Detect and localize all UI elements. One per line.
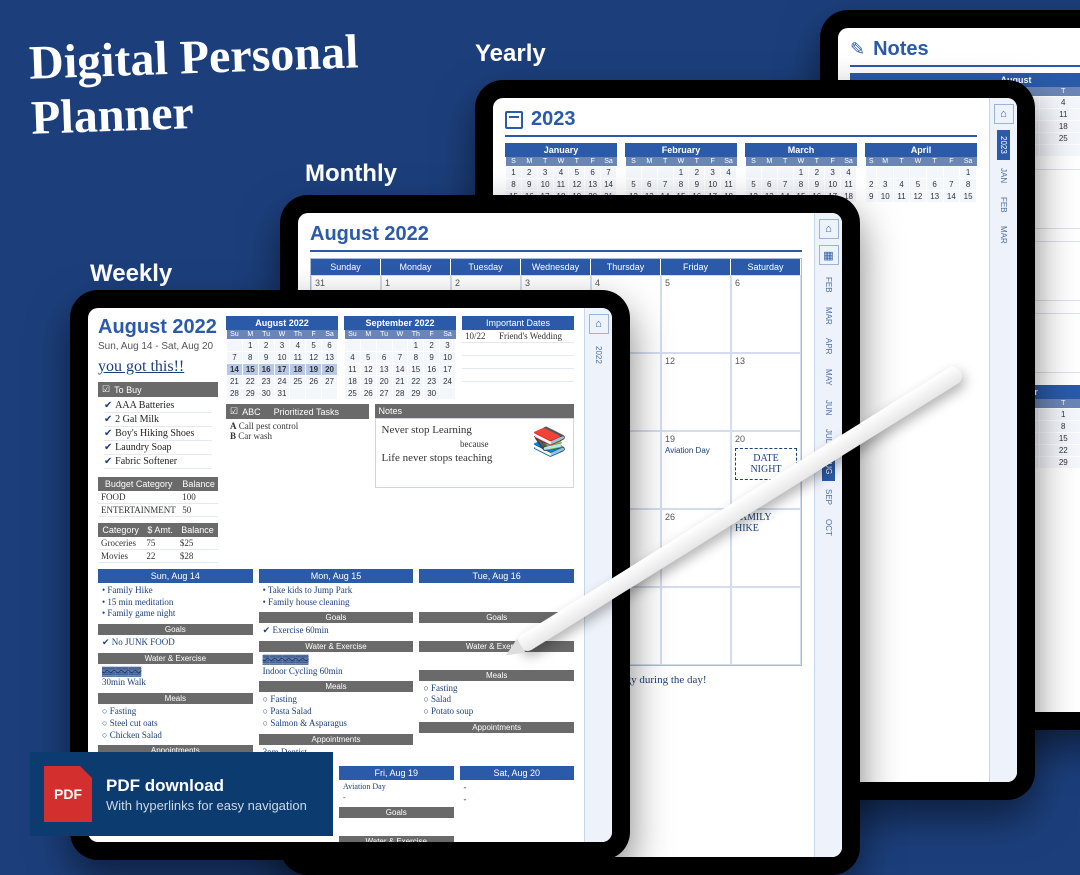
label-weekly: Weekly [90,260,172,288]
to-buy-header: ☑ To Buy [98,382,218,397]
day-cell[interactable] [731,587,801,665]
mini-cal-feb[interactable]: FebruarySMTWTFSa123456789101112131415161… [625,143,737,203]
mini-cal-sep-weekly[interactable]: September 2022 SuMTuWThFSa 123 45678910 … [344,316,456,400]
side-tabs-yearly: ⌂ 2023 JAN FEB MAR [989,98,1017,782]
motivation-note: you got this!! [98,358,218,376]
tab-year-2022[interactable]: 2022 [592,340,605,370]
tab-may[interactable]: MAY [822,363,835,392]
mini-cal-jan[interactable]: JanuarySMTWTFSa1234567891011121314151617… [505,143,617,203]
side-tabs-weekly: ⌂ 2022 [584,308,612,842]
pdf-icon: PDF [44,766,92,822]
tab-year-2023[interactable]: 2023 [997,130,1010,160]
yearly-row-1: JanuarySMTWTFSa1234567891011121314151617… [505,143,977,203]
label-yearly: Yearly [475,40,546,68]
home-icon[interactable]: ⌂ [589,314,609,334]
day-cell[interactable]: 5 [661,275,731,353]
tab-jan[interactable]: JAN [997,162,1010,189]
hero-line1: Digital Personal [28,24,359,91]
tab-jun[interactable]: JUN [822,394,835,422]
day-cell[interactable]: 6 [731,275,801,353]
side-tabs-monthly: ⌂ ▦ FEB MAR APR MAY JUN JUL AUG SEP OCT [814,213,842,857]
home-icon[interactable]: ⌂ [994,104,1014,124]
hero-title: Digital Personal Planner [28,24,361,146]
yearly-title: 2023 [531,108,576,131]
home-icon[interactable]: ⌂ [819,219,839,239]
label-monthly: Monthly [305,160,397,188]
mini-cal-mar[interactable]: MarchSMTWTFSa123456789101112131415161718 [745,143,857,203]
day-cell[interactable]: 13 [731,353,801,431]
day-cards-row1: Sun, Aug 14 • Family Hike• 15 min medita… [98,569,574,760]
mini-cal-apr[interactable]: AprilSMTWTFSa123456789101112131415 [865,143,977,203]
tab-feb[interactable]: FEB [997,191,1010,219]
calendar-icon [505,111,523,129]
day-fri[interactable]: Fri, Aug 19Aviation Day-Goals Water & Ex… [339,766,454,842]
tab-oct[interactable]: OCT [822,513,835,542]
tab-feb[interactable]: FEB [822,271,835,299]
day-mon[interactable]: Mon, Aug 15 • Take kids to Jump Park• Fa… [259,569,414,760]
calendar-small-icon[interactable]: ▦ [819,245,839,265]
day-tue[interactable]: Tue, Aug 16 Goals Water & Exercise Meals… [419,569,574,760]
tab-mar[interactable]: MAR [997,220,1010,250]
day-cell[interactable]: 12 [661,353,731,431]
weekly-range: Sun, Aug 14 - Sat, Aug 20 [98,341,218,352]
day-sun[interactable]: Sun, Aug 14 • Family Hike• 15 min medita… [98,569,253,760]
day-cell[interactable] [661,587,731,665]
books-icon: 📚 [532,423,567,462]
spend-table: Category$ Amt.Balance Groceries75$25 Mov… [98,523,218,563]
budget-table: Budget CategoryBalance FOOD100 ENTERTAIN… [98,477,218,517]
tab-mar[interactable]: MAR [822,301,835,331]
to-buy-list: AAA Batteries 2 Gal Milk Boy's Hiking Sh… [98,397,218,471]
pdf-subtitle: With hyperlinks for easy navigation [106,798,307,813]
pdf-download-badge[interactable]: PDF PDF download With hyperlinks for eas… [30,752,333,836]
day-sat[interactable]: Sat, Aug 20-- [460,766,575,842]
tab-sep[interactable]: SEP [822,483,835,511]
hero-line2: Planner [30,79,361,146]
notes-title: Notes [873,38,929,61]
day-cell[interactable]: 19Aviation Day [661,431,731,509]
day-cell[interactable]: 27FAMILY HIKE [731,509,801,587]
weekly-title: August 2022 [98,316,218,339]
pdf-title: PDF download [106,776,307,796]
important-dates: Important Dates 10/22Friend's Wedding [462,316,574,400]
notes-icon: ✎ [850,39,865,60]
weekly-notes: 📚 Never stop Learning because Life never… [375,418,575,488]
tab-apr[interactable]: APR [822,332,835,360]
notes-header: Notes [375,404,575,418]
tasks-header: ☑ ABC Prioritized Tasks [226,404,369,419]
mini-cal-aug-weekly[interactable]: August 2022 SuMTuWThFSa 123456 789101112… [226,316,338,400]
monthly-title: August 2022 [310,223,429,246]
